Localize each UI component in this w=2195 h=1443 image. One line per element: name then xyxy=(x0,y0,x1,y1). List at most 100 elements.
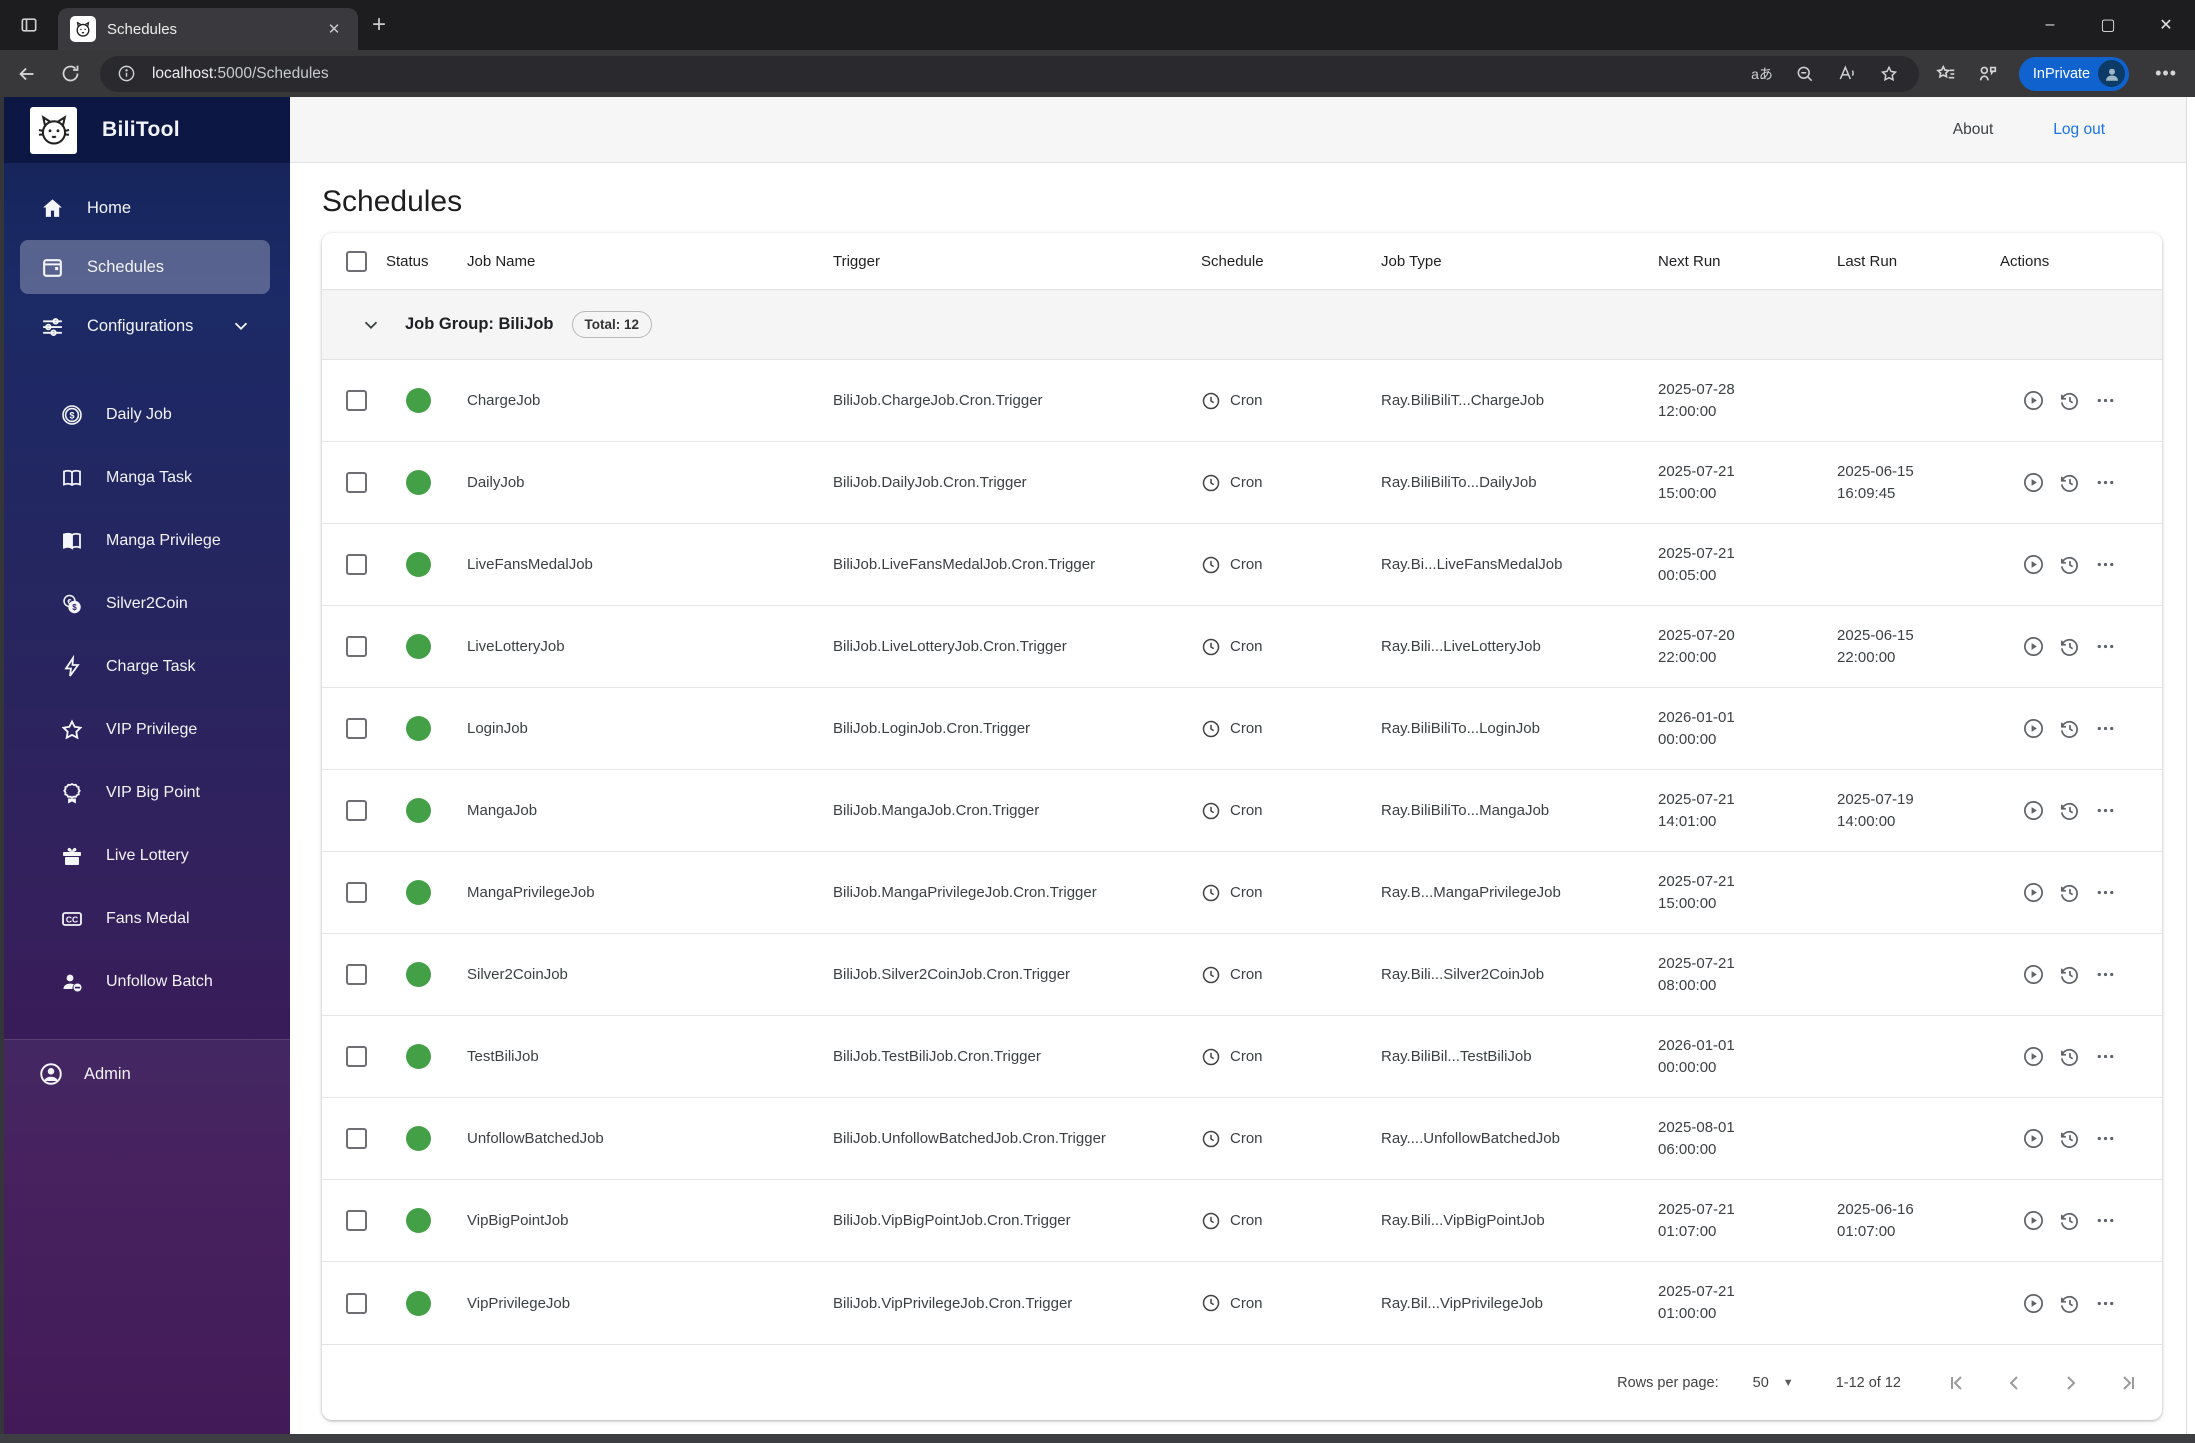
run-now-icon[interactable] xyxy=(2022,1209,2045,1232)
run-now-icon[interactable] xyxy=(2022,1127,2045,1150)
translate-icon[interactable]: aあ xyxy=(1751,64,1773,84)
more-actions-icon[interactable] xyxy=(2094,799,2117,822)
table-row[interactable]: LiveLotteryJob BiliJob.LiveLotteryJob.Cr… xyxy=(322,606,2162,688)
window-maximize-icon[interactable]: ▢ xyxy=(2079,0,2137,50)
row-checkbox[interactable] xyxy=(346,472,367,493)
run-now-icon[interactable] xyxy=(2022,717,2045,740)
zoom-out-icon[interactable] xyxy=(1795,64,1815,84)
more-actions-icon[interactable] xyxy=(2094,881,2117,904)
row-checkbox[interactable] xyxy=(346,554,367,575)
table-row[interactable]: Silver2CoinJob BiliJob.Silver2CoinJob.Cr… xyxy=(322,934,2162,1016)
row-checkbox[interactable] xyxy=(346,800,367,821)
back-icon[interactable] xyxy=(10,57,44,91)
sidebar-item-manga-privilege[interactable]: Manga Privilege xyxy=(0,509,290,572)
table-row[interactable]: MangaJob BiliJob.MangaJob.Cron.Trigger C… xyxy=(322,770,2162,852)
table-row[interactable]: VipBigPointJob BiliJob.VipBigPointJob.Cr… xyxy=(322,1180,2162,1262)
run-now-icon[interactable] xyxy=(2022,1292,2045,1315)
url-text[interactable]: localhost:5000/Schedules xyxy=(152,65,1751,83)
sidebar-item-manga-task[interactable]: Manga Task xyxy=(0,446,290,509)
more-actions-icon[interactable] xyxy=(2094,471,2117,494)
sidebar-item-charge-task[interactable]: Charge Task xyxy=(0,635,290,698)
history-icon[interactable] xyxy=(2058,1209,2081,1232)
history-icon[interactable] xyxy=(2058,389,2081,412)
group-collapse-chevron-icon[interactable] xyxy=(360,314,382,336)
previous-page-icon[interactable] xyxy=(2002,1371,2026,1395)
table-row[interactable]: UnfollowBatchedJob BiliJob.UnfollowBatch… xyxy=(322,1098,2162,1180)
history-icon[interactable] xyxy=(2058,881,2081,904)
history-icon[interactable] xyxy=(2058,1292,2081,1315)
row-checkbox[interactable] xyxy=(346,1128,367,1149)
run-now-icon[interactable] xyxy=(2022,963,2045,986)
sidebar-item-daily-job[interactable]: $ Daily Job xyxy=(0,383,290,446)
sidebar-item-vip-privilege[interactable]: VIP Privilege xyxy=(0,698,290,761)
history-icon[interactable] xyxy=(2058,717,2081,740)
run-now-icon[interactable] xyxy=(2022,1045,2045,1068)
browser-essentials-icon[interactable] xyxy=(1977,63,1999,85)
run-now-icon[interactable] xyxy=(2022,881,2045,904)
favorites-hub-icon[interactable] xyxy=(1935,63,1957,85)
table-row[interactable]: TestBiliJob BiliJob.TestBiliJob.Cron.Tri… xyxy=(322,1016,2162,1098)
row-checkbox[interactable] xyxy=(346,390,367,411)
read-aloud-icon[interactable] xyxy=(1837,64,1857,84)
more-actions-icon[interactable] xyxy=(2094,963,2117,986)
window-minimize-icon[interactable]: – xyxy=(2021,0,2079,50)
history-icon[interactable] xyxy=(2058,553,2081,576)
last-page-icon[interactable] xyxy=(2116,1371,2140,1395)
sidebar-item-home[interactable]: Home xyxy=(0,182,290,234)
history-icon[interactable] xyxy=(2058,963,2081,986)
run-now-icon[interactable] xyxy=(2022,799,2045,822)
new-tab-icon[interactable]: + xyxy=(362,8,396,42)
row-checkbox[interactable] xyxy=(346,964,367,985)
more-actions-icon[interactable] xyxy=(2094,1292,2117,1315)
row-checkbox[interactable] xyxy=(346,1046,367,1067)
more-actions-icon[interactable] xyxy=(2094,1209,2117,1232)
history-icon[interactable] xyxy=(2058,1045,2081,1068)
about-link[interactable]: About xyxy=(1953,121,1994,139)
table-row[interactable]: ChargeJob BiliJob.ChargeJob.Cron.Trigger… xyxy=(322,360,2162,442)
table-row[interactable]: MangaPrivilegeJob BiliJob.MangaPrivilege… xyxy=(322,852,2162,934)
tab-actions-icon[interactable] xyxy=(14,10,44,40)
next-page-icon[interactable] xyxy=(2059,1371,2083,1395)
job-group-row[interactable]: Job Group: BiliJob Total: 12 xyxy=(322,290,2162,360)
history-icon[interactable] xyxy=(2058,1127,2081,1150)
rows-per-page-select[interactable]: 50 ▼ xyxy=(1753,1375,1794,1391)
row-checkbox[interactable] xyxy=(346,636,367,657)
run-now-icon[interactable] xyxy=(2022,553,2045,576)
run-now-icon[interactable] xyxy=(2022,635,2045,658)
sidebar-item-unfollow-batch[interactable]: Unfollow Batch xyxy=(0,950,290,1013)
history-icon[interactable] xyxy=(2058,635,2081,658)
sidebar-item-schedules[interactable]: Schedules xyxy=(20,240,270,294)
browser-menu-icon[interactable]: ••• xyxy=(2155,63,2177,84)
sidebar-item-admin[interactable]: Admin xyxy=(0,1048,290,1100)
run-now-icon[interactable] xyxy=(2022,471,2045,494)
run-now-icon[interactable] xyxy=(2022,389,2045,412)
tab-close-icon[interactable]: ✕ xyxy=(322,17,346,41)
page-scrollbar[interactable] xyxy=(2186,97,2195,1434)
row-checkbox[interactable] xyxy=(346,1210,367,1231)
history-icon[interactable] xyxy=(2058,799,2081,822)
more-actions-icon[interactable] xyxy=(2094,635,2117,658)
history-icon[interactable] xyxy=(2058,471,2081,494)
sidebar-item-live-lottery[interactable]: Live Lottery xyxy=(0,824,290,887)
logout-link[interactable]: Log out xyxy=(2053,121,2105,139)
inprivate-badge[interactable]: InPrivate xyxy=(2018,56,2130,91)
more-actions-icon[interactable] xyxy=(2094,1127,2117,1150)
row-checkbox[interactable] xyxy=(346,1292,367,1314)
table-row[interactable]: LiveFansMedalJob BiliJob.LiveFansMedalJo… xyxy=(322,524,2162,606)
favorite-star-icon[interactable] xyxy=(1879,64,1899,84)
site-info-icon[interactable] xyxy=(114,61,140,87)
table-row[interactable]: DailyJob BiliJob.DailyJob.Cron.Trigger C… xyxy=(322,442,2162,524)
row-checkbox[interactable] xyxy=(346,882,367,903)
refresh-icon[interactable] xyxy=(54,57,88,91)
window-close-icon[interactable]: ✕ xyxy=(2137,0,2195,50)
address-bar[interactable]: localhost:5000/Schedules aあ xyxy=(99,55,1919,92)
table-row[interactable]: LoginJob BiliJob.LoginJob.Cron.Trigger C… xyxy=(322,688,2162,770)
sidebar-item-vip-big-point[interactable]: VIP Big Point xyxy=(0,761,290,824)
sidebar-item-silver2coin[interactable]: € $ Silver2Coin xyxy=(0,572,290,635)
sidebar-item-fans-medal[interactable]: CC Fans Medal xyxy=(0,887,290,950)
table-row[interactable]: VipPrivilegeJob BiliJob.VipPrivilegeJob.… xyxy=(322,1262,2162,1344)
more-actions-icon[interactable] xyxy=(2094,553,2117,576)
more-actions-icon[interactable] xyxy=(2094,1045,2117,1068)
row-checkbox[interactable] xyxy=(346,718,367,739)
browser-tab[interactable]: Schedules ✕ xyxy=(58,8,358,50)
